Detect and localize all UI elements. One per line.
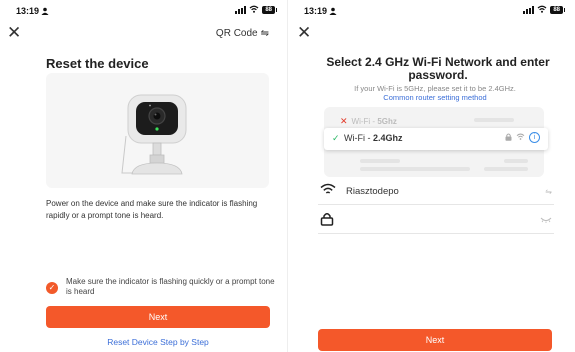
status-time: 13:19 [304,6,337,17]
wifi-5g-row: ✕ Wi-Fi - 5Ghz [340,116,397,127]
swap-icon[interactable]: ⇋ [545,187,552,196]
band-hint-text: If your Wi-Fi is 5GHz, please set it to … [354,84,516,93]
wifi-icon [249,5,259,15]
status-bar: 13:19 88 [288,0,575,22]
battery-icon: 88 [262,6,277,14]
qr-code-label: QR Code [215,28,258,39]
wifi-password-field[interactable] [318,208,554,234]
wifi-24g-row: ✓ Wi-Fi - 2.4Ghz i [324,128,548,150]
wifi-ssid-value: Riasztodepo [346,186,399,197]
info-icon: i [529,132,540,143]
confirm-indicator-row[interactable]: ✓ Make sure the indicator is flashing qu… [46,277,276,297]
lock-icon [320,212,334,231]
wifi-icon [537,5,547,15]
eye-closed-icon[interactable] [540,216,552,225]
band-hint: If your Wi-Fi is 5GHz, please set it to … [300,84,570,102]
wifi-5g-label: Wi-Fi - 5Ghz [351,117,397,126]
close-icon[interactable]: ✕ [297,24,311,41]
wifi-icon [320,183,336,201]
close-icon[interactable]: ✕ [7,24,21,41]
qr-code-button[interactable]: QR Code ⇋ [216,28,269,39]
status-bar: 13:19 88 [0,0,287,22]
reset-step-by-step-link[interactable]: Reset Device Step by Step [46,337,270,347]
person-icon [329,7,337,17]
camera-illustration [46,73,269,188]
check-icon[interactable]: ✓ [46,282,58,294]
wifi-icon [516,133,525,142]
reset-instruction: Power on the device and make sure the in… [46,199,258,220]
wifi-24g-label: Wi-Fi - 2.4Ghz [344,133,403,143]
next-button[interactable]: Next [318,329,552,351]
page-title: Reset the device [46,56,149,71]
wifi-ssid-field[interactable]: Riasztodepo ⇋ [318,179,554,205]
signal-icon [523,6,535,14]
page-title: Select 2.4 GHz Wi-Fi Network and enter p… [326,55,550,82]
router-setting-link[interactable]: Common router setting method [300,93,570,102]
next-button[interactable]: Next [46,306,270,328]
check-icon: ✓ [332,133,340,143]
confirm-indicator-label: Make sure the indicator is flashing quic… [66,277,275,296]
cross-icon: ✕ [340,116,348,126]
reset-device-screen: 13:19 88 ✕ QR Code ⇋ Reset the device Po… [0,0,287,352]
qr-switch-icon: ⇋ [260,28,269,39]
person-icon [41,7,49,17]
wifi-setup-screen: 13:19 88 ✕ Select 2.4 GHz Wi-Fi Network … [288,0,575,352]
status-time: 13:19 [16,6,49,17]
lock-icon [505,133,512,143]
battery-icon: 88 [550,6,565,14]
signal-icon [235,6,247,14]
wifi-password-input[interactable] [346,213,526,229]
